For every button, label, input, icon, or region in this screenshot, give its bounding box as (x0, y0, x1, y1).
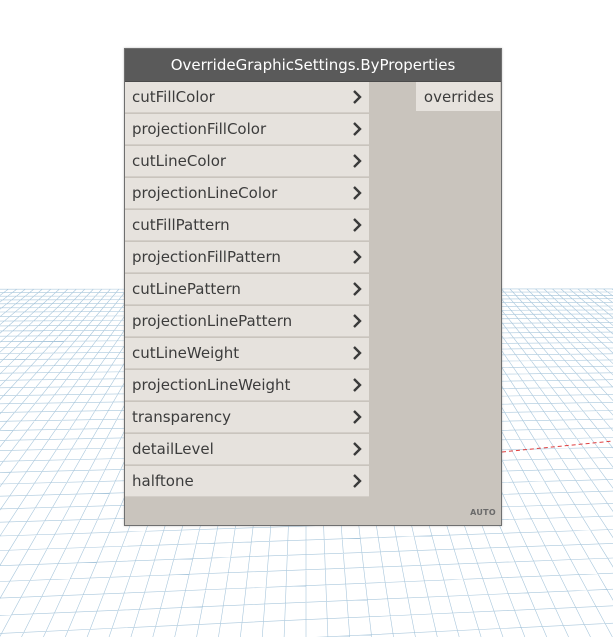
input-port-cutLinePattern[interactable]: cutLinePattern (125, 274, 369, 305)
input-port-projectionFillColor[interactable]: projectionFillColor (125, 114, 369, 145)
chevron-right-icon (351, 250, 363, 264)
input-port-label: cutFillPattern (132, 216, 230, 234)
input-port-cutLineWeight[interactable]: cutLineWeight (125, 338, 369, 369)
input-port-transparency[interactable]: transparency (125, 402, 369, 433)
chevron-right-icon (351, 90, 363, 104)
input-port-cutFillPattern[interactable]: cutFillPattern (125, 210, 369, 241)
input-port-label: transparency (132, 408, 231, 426)
output-port-label: overrides (423, 87, 494, 106)
chevron-right-icon (351, 186, 363, 200)
chevron-right-icon (351, 410, 363, 424)
chevron-right-icon (351, 442, 363, 456)
input-port-halftone[interactable]: halftone (125, 466, 369, 497)
input-port-label: cutLinePattern (132, 280, 241, 298)
input-port-detailLevel[interactable]: detailLevel (125, 434, 369, 465)
chevron-right-icon (351, 122, 363, 136)
input-port-label: projectionLineWeight (132, 376, 291, 394)
output-port-overrides[interactable]: overrides (416, 82, 500, 111)
input-port-label: cutFillColor (132, 88, 215, 106)
input-port-cutLineColor[interactable]: cutLineColor (125, 146, 369, 177)
chevron-right-icon (351, 282, 363, 296)
input-port-label: detailLevel (132, 440, 214, 458)
chevron-right-icon (351, 218, 363, 232)
input-port-label: halftone (132, 472, 194, 490)
chevron-right-icon (351, 378, 363, 392)
node-title[interactable]: OverrideGraphicSettings.ByProperties (125, 49, 501, 82)
chevron-right-icon (351, 154, 363, 168)
input-port-cutFillColor[interactable]: cutFillColor (125, 82, 369, 113)
input-ports: cutFillColor projectionFillColor cutLineCo… (125, 82, 369, 498)
input-port-label: projectionLinePattern (132, 312, 293, 330)
input-port-projectionLineWeight[interactable]: projectionLineWeight (125, 370, 369, 401)
lacing-indicator[interactable]: AUTO (470, 508, 496, 517)
input-port-projectionLinePattern[interactable]: projectionLinePattern (125, 306, 369, 337)
input-port-projectionFillPattern[interactable]: projectionFillPattern (125, 242, 369, 273)
chevron-right-icon (351, 474, 363, 488)
input-port-label: projectionLineColor (132, 184, 278, 202)
input-port-label: projectionFillColor (132, 120, 267, 138)
input-port-label: projectionFillPattern (132, 248, 281, 266)
input-port-projectionLineColor[interactable]: projectionLineColor (125, 178, 369, 209)
override-graphic-settings-node[interactable]: OverrideGraphicSettings.ByProperties cut… (124, 48, 502, 526)
chevron-right-icon (351, 346, 363, 360)
chevron-right-icon (351, 314, 363, 328)
input-port-label: cutLineColor (132, 152, 227, 170)
input-port-label: cutLineWeight (132, 344, 240, 362)
